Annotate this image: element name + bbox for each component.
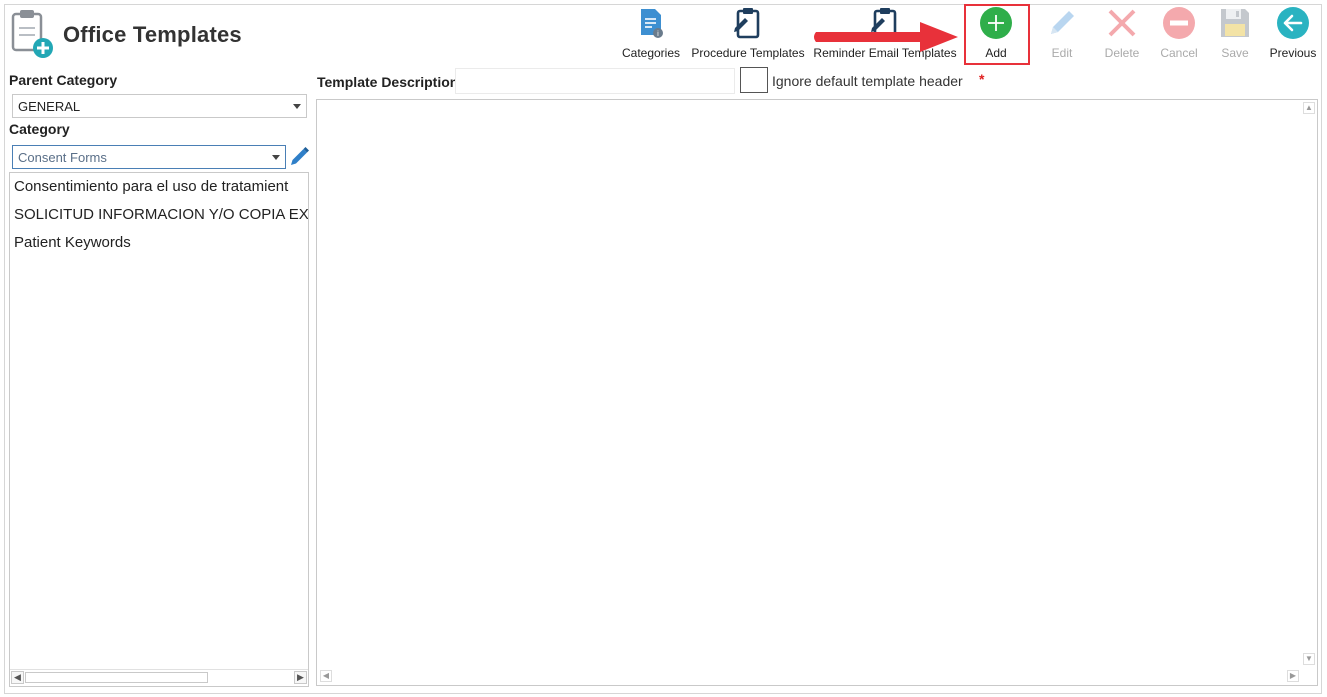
required-marker: * [979, 71, 985, 87]
arrow-left-circle-icon [1276, 6, 1310, 40]
horizontal-scrollbar[interactable]: ◀ ▶ [10, 669, 308, 686]
delete-button[interactable]: Delete [1098, 6, 1146, 62]
svg-text:i: i [657, 30, 659, 38]
add-button-highlight [964, 4, 1030, 65]
clipboard-plus-icon [10, 8, 56, 60]
edit-button[interactable]: Edit [1040, 6, 1084, 62]
scroll-up-icon[interactable]: ▲ [1303, 102, 1315, 114]
clipboard-icon [731, 6, 765, 40]
previous-button[interactable]: Previous [1266, 6, 1320, 62]
template-editor[interactable]: ▲ ▼ ◀ ▶ [316, 99, 1318, 686]
scroll-right-icon[interactable]: ▶ [1287, 670, 1299, 682]
annotation-arrow [812, 16, 962, 54]
parent-category-value: GENERAL [18, 99, 81, 114]
page-title: Office Templates [63, 22, 242, 47]
chevron-down-icon [272, 155, 280, 160]
x-icon [1105, 6, 1139, 40]
minus-circle-icon [1162, 6, 1196, 40]
categories-icon: i [634, 6, 668, 40]
floppy-icon [1218, 6, 1252, 40]
template-list[interactable]: Consentimiento para el uso de tratamient… [9, 172, 309, 687]
template-description-label: Template Description [317, 74, 459, 90]
scroll-left-icon[interactable]: ◀ [11, 671, 24, 684]
category-label: Category [9, 121, 70, 137]
scroll-thumb[interactable] [25, 672, 208, 683]
cancel-button[interactable]: Cancel [1156, 6, 1202, 62]
template-description-input[interactable] [455, 68, 735, 94]
category-dropdown[interactable]: Consent Forms [12, 145, 286, 169]
scroll-down-icon[interactable]: ▼ [1303, 653, 1315, 665]
ignore-header-checkbox[interactable] [740, 67, 768, 93]
categories-button[interactable]: i Categories [621, 6, 681, 62]
save-button[interactable]: Save [1214, 6, 1256, 62]
edit-category-pencil-icon[interactable] [289, 145, 309, 167]
scroll-left-icon[interactable]: ◀ [320, 670, 332, 682]
ignore-header-label: Ignore default template header [772, 73, 963, 89]
list-item[interactable]: Consentimiento para el uso de tratamient [10, 173, 308, 201]
list-item[interactable]: SOLICITUD INFORMACION Y/O COPIA EX [10, 201, 308, 229]
scroll-right-icon[interactable]: ▶ [294, 671, 307, 684]
parent-category-label: Parent Category [9, 72, 118, 88]
parent-category-dropdown[interactable]: GENERAL [12, 94, 307, 118]
chevron-down-icon [293, 104, 301, 109]
procedure-templates-button[interactable]: Procedure Templates [690, 6, 806, 62]
category-value: Consent Forms [18, 150, 107, 165]
list-item[interactable]: Patient Keywords [10, 229, 308, 257]
pencil-icon [1045, 6, 1079, 40]
